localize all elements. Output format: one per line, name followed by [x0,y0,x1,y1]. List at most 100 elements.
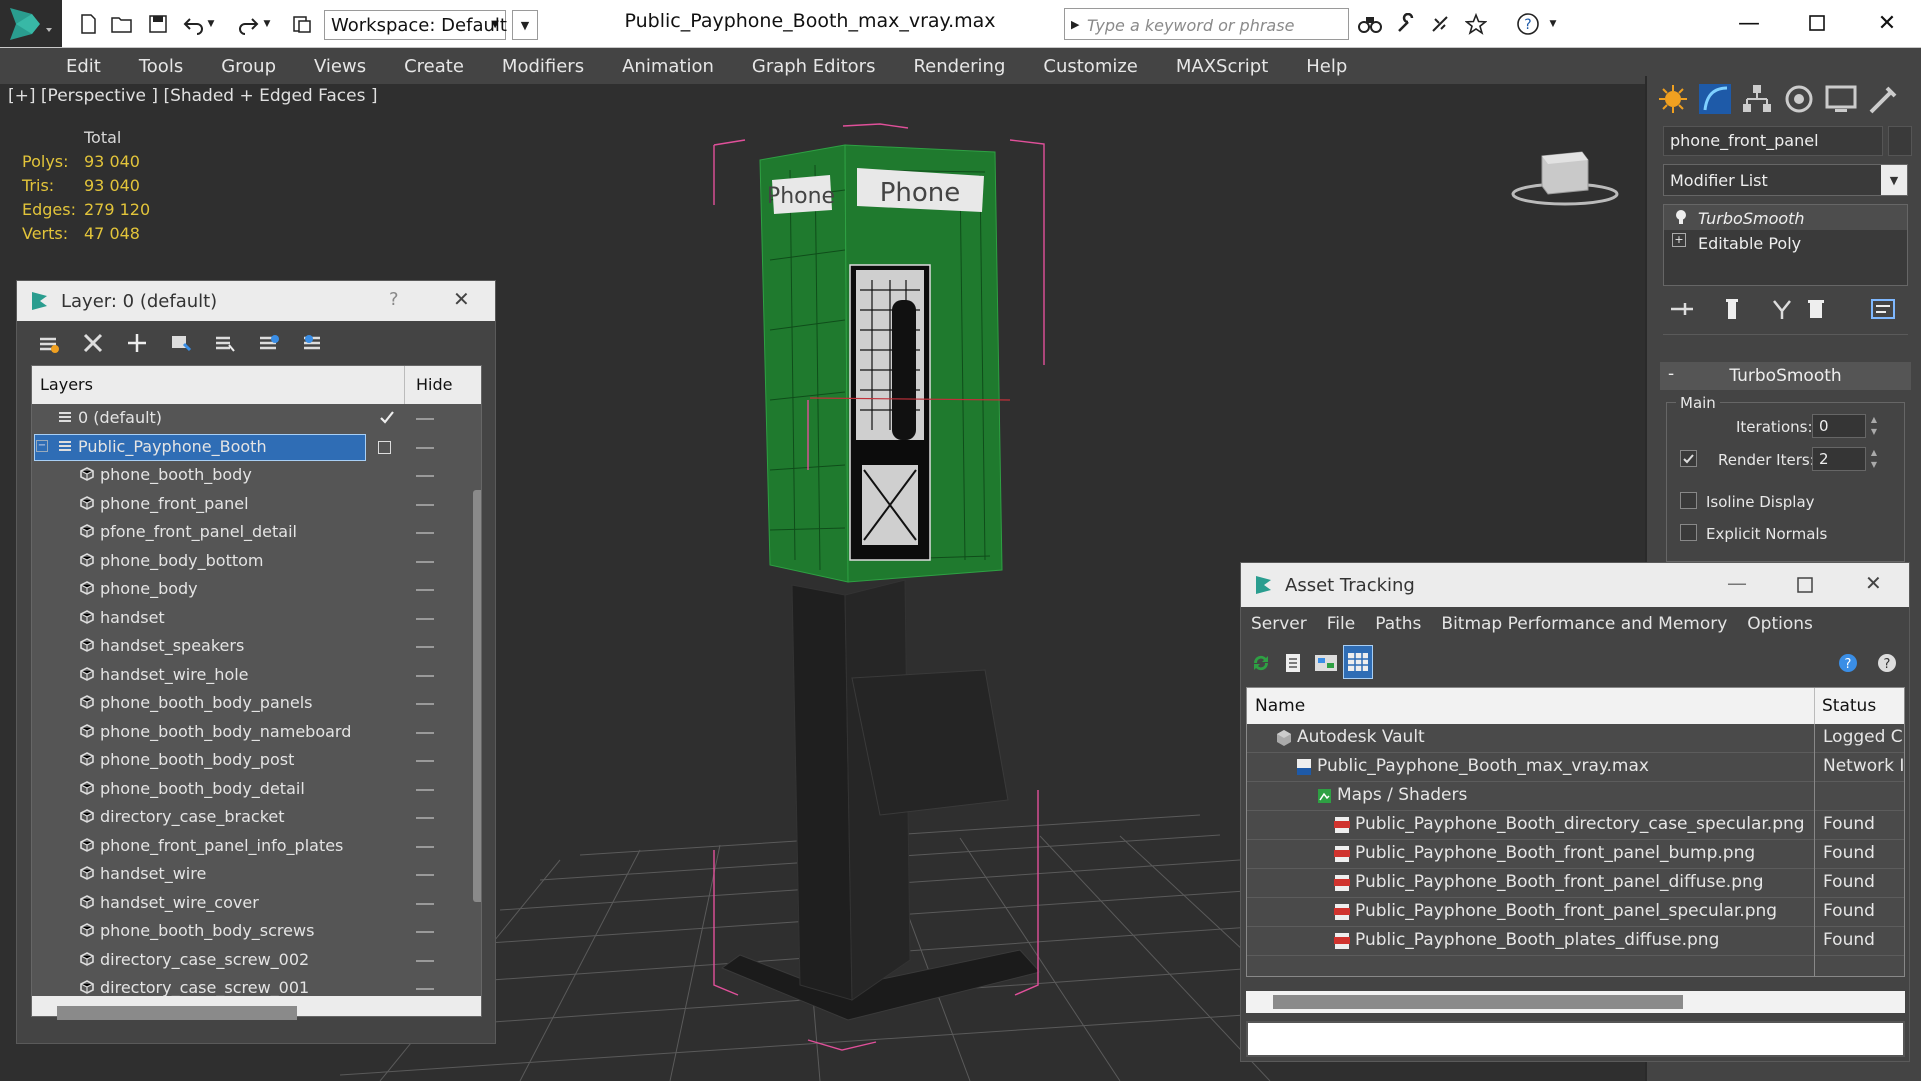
utilities-tab-icon[interactable] [1865,82,1901,116]
binoculars-icon[interactable] [1354,10,1386,38]
hide-toggle[interactable] [416,931,434,933]
sign-in-icon[interactable] [1424,10,1456,38]
layer-row[interactable]: 0 (default) [32,404,448,433]
hide-toggle[interactable] [416,560,434,563]
hide-toggle[interactable] [416,703,434,705]
hide-all-icon[interactable] [257,331,281,355]
layer-row[interactable]: handset_wire_hole [32,661,448,690]
hide-toggle[interactable] [416,902,434,905]
menu-help[interactable]: Help [1306,56,1347,77]
menu-maxscript[interactable]: MAXScript [1176,56,1268,77]
close-button[interactable]: ✕ [1862,6,1912,40]
make-unique-icon[interactable] [1769,296,1795,322]
asset-row[interactable]: Public_Payphone_Booth_plates_diffuse.png… [1247,927,1904,956]
asset-row[interactable]: Public_Payphone_Booth_front_panel_specul… [1247,898,1904,927]
layer-row[interactable]: phone_booth_body_screws [32,917,448,946]
delete-icon[interactable] [81,331,105,355]
thumbnail-view-icon[interactable] [1313,651,1339,675]
select-objects-icon[interactable] [169,331,193,355]
project-folder-icon[interactable] [286,10,318,38]
list-view-icon[interactable] [1281,651,1305,675]
add-icon[interactable] [125,331,149,355]
asset-menu-paths[interactable]: Paths [1375,614,1421,634]
hide-toggle[interactable] [416,788,434,791]
hide-toggle[interactable] [416,418,434,420]
menu-group[interactable]: Group [221,56,276,77]
workspace-dropdown[interactable]: Workspace: Default ▼ [324,10,507,40]
configure-modifier-sets-icon[interactable] [1869,296,1897,322]
hide-toggle[interactable] [416,646,434,648]
asset-row[interactable]: Public_Payphone_Booth_directory_case_spe… [1247,811,1904,840]
pin-stack-icon[interactable] [1669,298,1695,320]
isoline-display-checkbox[interactable] [1680,492,1697,509]
display-tab-icon[interactable] [1823,82,1859,116]
workspace-more-button[interactable]: ▼ [512,10,538,40]
hide-toggle[interactable] [416,731,434,734]
layer-row[interactable]: phone_body_bottom [32,547,448,576]
layer-row[interactable]: phone_front_panel [32,490,448,519]
menu-edit[interactable]: Edit [66,56,101,77]
layer-row[interactable]: handset_wire [32,860,448,889]
spinner-arrows-icon[interactable]: ▲ ▼ [1868,447,1880,471]
hide-toggle[interactable] [416,503,434,506]
help-question-icon[interactable]: ? [1837,651,1863,675]
maximize-button[interactable] [1792,6,1842,40]
minimize-button[interactable]: — [1724,6,1774,40]
hide-toggle[interactable] [416,475,434,477]
rollout-collapse-toggle[interactable]: - [1668,364,1674,384]
hide-toggle[interactable] [416,674,434,677]
maximize-button[interactable] [1797,577,1813,593]
layer-row[interactable]: − Public_Payphone_Booth [32,433,448,462]
iterations-spinner[interactable]: 0 [1812,414,1866,438]
active-layer-check-icon[interactable] [378,409,396,427]
create-tab-icon[interactable] [1655,82,1691,116]
open-file-icon[interactable] [106,10,138,38]
layer-row[interactable]: directory_case_bracket [32,803,448,832]
motion-tab-icon[interactable] [1781,82,1817,116]
asset-menu-options[interactable]: Options [1747,614,1813,634]
undo-dropdown-icon[interactable]: ▼ [204,10,218,38]
menu-modifiers[interactable]: Modifiers [502,56,584,77]
menu-rendering[interactable]: Rendering [913,56,1005,77]
hide-toggle[interactable] [416,760,434,762]
save-file-icon[interactable] [142,10,174,38]
layer-row[interactable]: phone_booth_body [32,461,448,490]
layer-row[interactable]: handset_wire_cover [32,889,448,918]
hide-toggle[interactable] [416,617,434,620]
asset-menu-server[interactable]: Server [1251,614,1307,634]
app-logo-button[interactable] [0,0,62,47]
rollout-title[interactable]: - TurboSmooth [1660,362,1911,390]
hide-toggle[interactable] [416,817,434,819]
hide-toggle[interactable] [416,845,434,848]
layer-row[interactable]: phone_booth_body_post [32,746,448,775]
object-color-swatch[interactable] [1888,126,1912,156]
layer-row[interactable]: pfone_front_panel_detail [32,518,448,547]
minimize-button[interactable]: — [1727,571,1747,595]
layer-horizontal-scrollbar[interactable] [57,1006,297,1020]
asset-row[interactable]: Public_Payphone_Booth_front_panel_diffus… [1247,869,1904,898]
spinner-arrows-icon[interactable]: ▲ ▼ [1868,414,1880,438]
layer-row[interactable]: phone_body [32,575,448,604]
layer-row[interactable]: handset [32,604,448,633]
layer-row[interactable]: handset_speakers [32,632,448,661]
hide-toggle[interactable] [416,446,434,449]
view-cube[interactable] [1510,134,1620,214]
asset-horizontal-scrollbar[interactable] [1273,995,1683,1009]
render-iters-spinner[interactable]: 2 [1812,447,1866,471]
menu-create[interactable]: Create [404,56,464,77]
explicit-normals-checkbox[interactable] [1680,524,1697,541]
asset-row[interactable]: Public_Payphone_Booth_max_vray.max Networ… [1247,753,1904,782]
asset-row[interactable]: Maps / Shaders [1247,782,1904,811]
layer-explorer-titlebar[interactable]: Layer: 0 (default) [17,281,495,321]
menu-views[interactable]: Views [314,56,366,77]
viewport-label[interactable]: [+] [Perspective ] [Shaded + Edged Faces… [8,86,377,106]
layer-row[interactable]: phone_front_panel_info_plates [32,832,448,861]
asset-menu-file[interactable]: File [1327,614,1355,634]
column-status[interactable]: Status [1822,696,1876,716]
help-icon[interactable]: ? [1512,10,1544,38]
asset-path-field[interactable] [1246,1021,1905,1057]
render-iters-checkbox[interactable] [1680,450,1697,467]
show-end-result-icon[interactable] [1719,296,1745,322]
hide-toggle[interactable] [416,959,434,962]
object-name-field[interactable]: phone_front_panel [1663,126,1883,156]
